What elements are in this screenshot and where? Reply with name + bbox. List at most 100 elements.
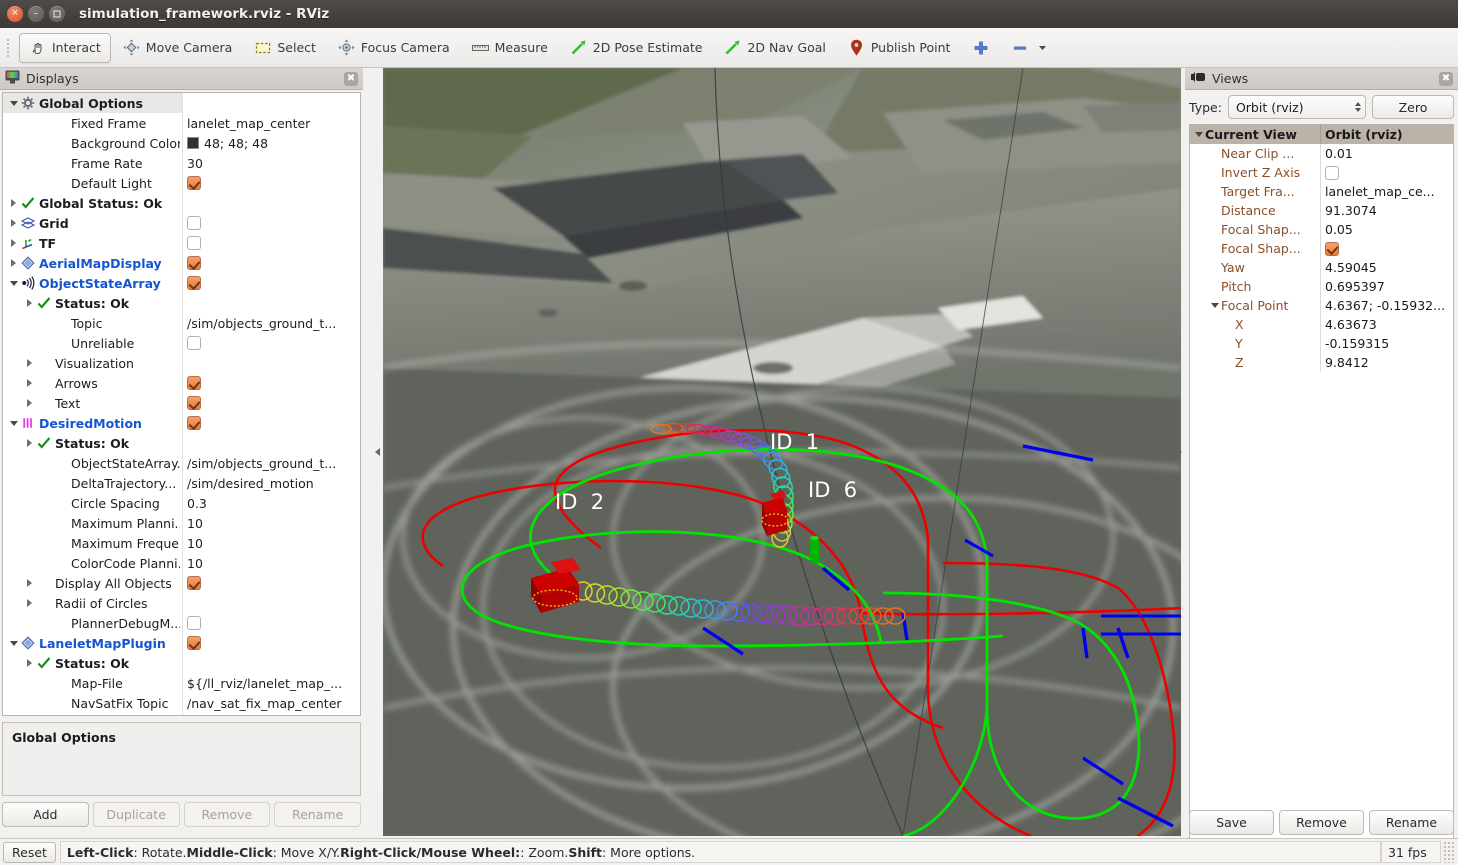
remove-view-button[interactable]: Remove bbox=[1279, 810, 1364, 835]
display-row-deltatrajectory[interactable]: DeltaTrajectory... /sim/desired_motion bbox=[3, 473, 360, 493]
display-row-value[interactable] bbox=[182, 233, 360, 253]
checkbox-checked[interactable] bbox=[187, 416, 201, 430]
display-row-value[interactable]: /sim/desired_motion bbox=[182, 473, 360, 493]
display-row-display-all-objects[interactable]: Display All Objects bbox=[3, 573, 360, 593]
display-row-value[interactable] bbox=[182, 393, 360, 413]
close-icon[interactable]: ✖ bbox=[1439, 71, 1453, 86]
close-icon[interactable]: ✖ bbox=[344, 71, 358, 86]
checkbox-checked[interactable] bbox=[187, 576, 201, 590]
display-row-unreliable[interactable]: Unreliable bbox=[3, 333, 360, 353]
views-row-yaw[interactable]: Yaw 4.59045 bbox=[1190, 258, 1453, 277]
display-row-fixed-frame[interactable]: Fixed Frame lanelet_map_center bbox=[3, 113, 360, 133]
checkbox-unchecked[interactable] bbox=[187, 236, 201, 250]
display-row-value[interactable]: 10 bbox=[182, 513, 360, 533]
chevron-down-icon[interactable] bbox=[7, 640, 20, 646]
display-row-frame-rate[interactable]: Frame Rate 30 bbox=[3, 153, 360, 173]
tool-focus-camera[interactable]: Focus Camera bbox=[328, 33, 460, 63]
tool-2d-pose-estimate[interactable]: 2D Pose Estimate bbox=[560, 33, 713, 63]
zero-button[interactable]: Zero bbox=[1372, 95, 1454, 119]
views-row-focal-shap[interactable]: Focal Shap... 0.05 bbox=[1190, 220, 1453, 239]
display-row-value[interactable] bbox=[182, 253, 360, 273]
checkbox-unchecked[interactable] bbox=[187, 616, 201, 630]
chevron-right-icon[interactable] bbox=[23, 299, 36, 307]
display-row-value[interactable]: 48; 48; 48 bbox=[182, 133, 360, 153]
tool-add-panel[interactable] bbox=[962, 33, 999, 63]
views-row-value[interactable]: 0.05 bbox=[1320, 220, 1453, 239]
display-row-value[interactable]: /sim/objects_ground_t... bbox=[182, 313, 360, 333]
close-icon[interactable]: ✕ bbox=[7, 6, 23, 22]
display-row-map-file[interactable]: Map-File ${/ll_rviz/lanelet_map_... bbox=[3, 673, 360, 693]
display-row-objectstatearray[interactable]: ObjectStateArray.../sim/objects_ground_t… bbox=[3, 453, 360, 473]
checkbox-unchecked[interactable] bbox=[187, 216, 201, 230]
views-row-focal-shap[interactable]: Focal Shap... bbox=[1190, 239, 1453, 258]
display-row-laneletmapplugin[interactable]: LaneletMapPlugin bbox=[3, 633, 360, 653]
checkbox-unchecked[interactable] bbox=[187, 336, 201, 350]
display-row-value[interactable] bbox=[182, 373, 360, 393]
display-row-value[interactable]: 10 bbox=[182, 553, 360, 573]
display-row-default-light[interactable]: Default Light bbox=[3, 173, 360, 193]
chevron-right-icon[interactable] bbox=[23, 599, 36, 607]
views-row-value[interactable]: lanelet_map_ce... bbox=[1320, 182, 1453, 201]
tool-remove-panel[interactable] bbox=[1001, 33, 1061, 63]
views-row-focal-point[interactable]: Focal Point 4.6367; -0.15932... bbox=[1190, 296, 1453, 315]
display-row-value[interactable]: /nav_sat_fix_map_center bbox=[182, 693, 360, 713]
chevron-down-icon[interactable] bbox=[1192, 132, 1205, 137]
tool-2d-nav-goal[interactable]: 2D Nav Goal bbox=[714, 33, 835, 63]
views-row-x[interactable]: X 4.63673 bbox=[1190, 315, 1453, 334]
display-row-status-ok[interactable]: Status: Ok bbox=[3, 293, 360, 313]
display-row-maximum-freque[interactable]: Maximum Freque... 10 bbox=[3, 533, 360, 553]
display-row-grid[interactable]: Grid bbox=[3, 213, 360, 233]
views-row-value[interactable]: 4.59045 bbox=[1320, 258, 1453, 277]
save-view-button[interactable]: Save bbox=[1189, 810, 1274, 835]
display-row-value[interactable] bbox=[182, 333, 360, 353]
display-row-maximum-planni[interactable]: Maximum Planni... 10 bbox=[3, 513, 360, 533]
views-row-value[interactable]: 9.8412 bbox=[1320, 353, 1453, 372]
display-row-value[interactable]: /sim/objects_ground_t... bbox=[182, 453, 360, 473]
display-row-value[interactable] bbox=[182, 573, 360, 593]
views-row-value[interactable]: 0.695397 bbox=[1320, 277, 1453, 296]
chevron-down-icon[interactable] bbox=[1034, 39, 1051, 56]
display-row-radii-of-circles[interactable]: Radii of Circles bbox=[3, 593, 360, 613]
display-row-global-status-ok[interactable]: Global Status: Ok bbox=[3, 193, 360, 213]
chevron-right-icon[interactable] bbox=[7, 219, 20, 227]
displays-tree[interactable]: Global Options Fixed Frame lanelet_map_cen… bbox=[2, 92, 361, 716]
display-row-arrows[interactable]: Arrows bbox=[3, 373, 360, 393]
views-row-near-clip[interactable]: Near Clip ... 0.01 bbox=[1190, 144, 1453, 163]
display-row-background-color[interactable]: Background Color 48; 48; 48 bbox=[3, 133, 360, 153]
display-row-value[interactable] bbox=[182, 173, 360, 193]
views-row-value[interactable]: 4.63673 bbox=[1320, 315, 1453, 334]
display-row-aerialmapdisplay[interactable]: AerialMapDisplay bbox=[3, 253, 360, 273]
display-row-desiredmotion[interactable]: DesiredMotion bbox=[3, 413, 360, 433]
toolbar-grip[interactable] bbox=[4, 38, 16, 57]
display-row-value[interactable]: 0.3 bbox=[182, 493, 360, 513]
display-row-value[interactable] bbox=[182, 713, 360, 715]
chevron-right-icon[interactable] bbox=[23, 379, 36, 387]
views-row-value[interactable]: -0.159315 bbox=[1320, 334, 1453, 353]
display-row-tf[interactable]: TF bbox=[3, 233, 360, 253]
display-row-value[interactable] bbox=[182, 613, 360, 633]
display-row-objectstatearray[interactable]: ObjectStateArray bbox=[3, 273, 360, 293]
views-row-distance[interactable]: Distance 91.3074 bbox=[1190, 201, 1453, 220]
rename-view-button[interactable]: Rename bbox=[1369, 810, 1454, 835]
add-button[interactable]: Add bbox=[2, 802, 89, 827]
chevron-right-icon[interactable] bbox=[23, 659, 36, 667]
resize-grip[interactable] bbox=[1443, 841, 1455, 863]
views-row-y[interactable]: Y -0.159315 bbox=[1190, 334, 1453, 353]
views-row-value[interactable]: 91.3074 bbox=[1320, 201, 1453, 220]
display-row-value[interactable] bbox=[182, 633, 360, 653]
chevron-right-icon[interactable] bbox=[23, 399, 36, 407]
display-row-status-ok[interactable]: Status: Ok bbox=[3, 433, 360, 453]
display-row-visibility-of-map[interactable]: Visibility of Map bbox=[3, 713, 360, 715]
views-row-value[interactable]: 4.6367; -0.15932... bbox=[1320, 296, 1453, 315]
display-row-value[interactable]: 10 bbox=[182, 533, 360, 553]
display-row-value[interactable]: 30 bbox=[182, 153, 360, 173]
display-row-global-options[interactable]: Global Options bbox=[3, 93, 360, 113]
display-row-status-ok[interactable]: Status: Ok bbox=[3, 653, 360, 673]
checkbox-checked[interactable] bbox=[187, 376, 201, 390]
display-row-value[interactable] bbox=[182, 413, 360, 433]
chevron-right-icon[interactable] bbox=[7, 259, 20, 267]
tool-measure[interactable]: Measure bbox=[462, 33, 558, 63]
display-row-value[interactable]: lanelet_map_center bbox=[182, 113, 360, 133]
checkbox-checked[interactable] bbox=[187, 396, 201, 410]
chevron-right-icon[interactable] bbox=[23, 579, 36, 587]
